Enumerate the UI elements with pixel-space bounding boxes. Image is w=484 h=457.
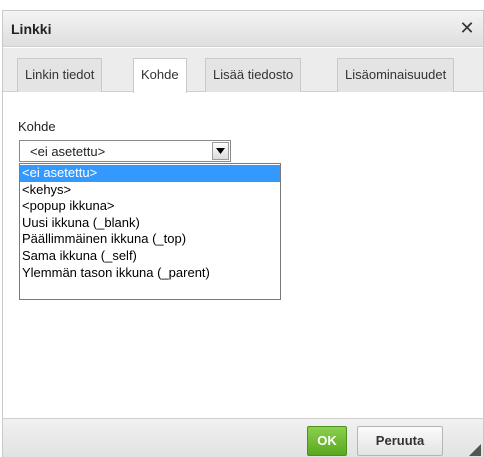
tab-content-target: Kohde <ei asetettu> <ei asetettu> <kehys… — [3, 93, 483, 418]
dropdown-option[interactable]: <popup ikkuna> — [20, 198, 280, 215]
dropdown-option[interactable]: <kehys> — [20, 182, 280, 199]
cancel-button[interactable]: Peruuta — [357, 426, 443, 456]
dropdown-option[interactable]: <ei asetettu> — [20, 165, 280, 182]
link-dialog: Linkki ✕ Linkin tiedot Kohde Lisää tiedo… — [2, 10, 484, 457]
target-select-value: <ei asetettu> — [30, 144, 106, 159]
tab-bar: Linkin tiedot Kohde Lisää tiedosto Lisäo… — [3, 48, 483, 93]
target-select[interactable]: <ei asetettu> — [19, 140, 231, 162]
target-label: Kohde — [18, 119, 56, 134]
dropdown-option[interactable]: Sama ikkuna (_self) — [20, 248, 280, 265]
dialog-titlebar[interactable]: Linkki ✕ — [3, 11, 483, 47]
dropdown-option[interactable]: Päällimmäinen ikkuna (_top) — [20, 231, 280, 248]
background-page — [0, 0, 484, 10]
ok-button[interactable]: OK — [307, 426, 347, 456]
dropdown-arrow-icon[interactable] — [212, 142, 229, 160]
dropdown-option[interactable]: Ylemmän tason ikkuna (_parent) — [20, 265, 280, 282]
tab-link-info[interactable]: Linkin tiedot — [17, 58, 103, 92]
dialog-footer: OK Peruuta — [3, 418, 483, 457]
tab-target[interactable]: Kohde — [133, 58, 187, 93]
close-icon[interactable]: ✕ — [457, 18, 477, 38]
dialog-title: Linkki — [11, 21, 52, 37]
resize-handle-icon[interactable] — [469, 444, 481, 456]
tab-upload[interactable]: Lisää tiedosto — [205, 58, 302, 92]
dropdown-option[interactable]: Uusi ikkuna (_blank) — [20, 215, 280, 232]
target-dropdown-list: <ei asetettu> <kehys> <popup ikkuna> Uus… — [19, 163, 281, 300]
tab-advanced[interactable]: Lisäominaisuudet — [337, 58, 455, 92]
